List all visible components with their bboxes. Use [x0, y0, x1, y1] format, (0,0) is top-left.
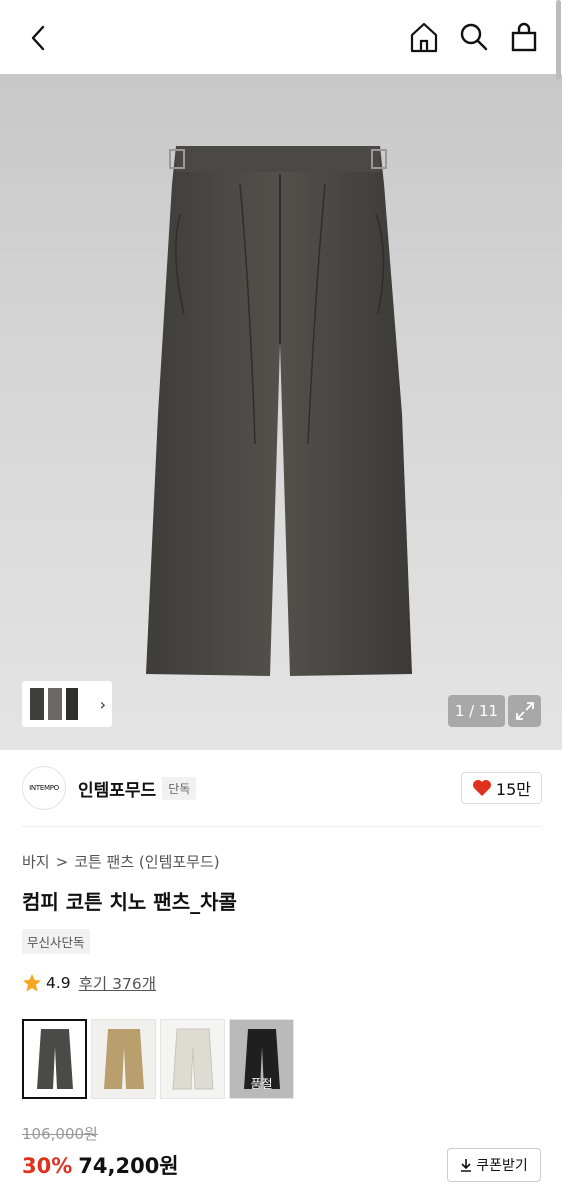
top-bar: [0, 0, 562, 74]
soldout-label: 품절: [250, 1077, 273, 1091]
scrollbar[interactable]: [556, 0, 561, 80]
cart-button[interactable]: [508, 20, 540, 54]
divider: [22, 826, 542, 827]
breadcrumb-separator: >: [55, 852, 69, 871]
thumbnail-strip[interactable]: ›: [22, 681, 112, 727]
swatch-image: [36, 1029, 73, 1089]
review-count-link[interactable]: 후기 376개: [79, 972, 156, 994]
rating-row: 4.9 후기 376개: [22, 972, 156, 994]
search-button[interactable]: [458, 20, 490, 54]
shopping-bag-icon: [511, 22, 537, 52]
like-count: 15만: [495, 780, 531, 799]
color-option-ivory[interactable]: [160, 1019, 225, 1099]
thumbnail-next-icon: ›: [99, 694, 106, 714]
coupon-label: 쿠폰받기: [476, 1158, 528, 1174]
brand-row: INTEMPO 인템포무드 단독 15만: [22, 762, 542, 814]
coupon-button[interactable]: 쿠폰받기: [447, 1148, 541, 1182]
expand-icon: [515, 702, 534, 720]
home-button[interactable]: [408, 20, 440, 54]
thumbnail-image: [30, 688, 78, 720]
color-option-beige[interactable]: [91, 1019, 156, 1099]
original-price: 106,000원: [22, 1125, 98, 1143]
star-icon: [23, 974, 41, 992]
breadcrumb-subcategory[interactable]: 코튼 팬츠 (인템포무드): [74, 851, 219, 872]
image-counter: 1 / 11: [448, 695, 505, 727]
brand-name[interactable]: 인템포무드: [78, 776, 156, 801]
discount-rate: 30%: [22, 1154, 73, 1178]
heart-icon: [472, 780, 491, 796]
price-row: 30% 74,200원: [22, 1150, 179, 1180]
color-option-charcoal[interactable]: [22, 1019, 87, 1099]
exclusive-tag: 무신사단독: [22, 929, 90, 954]
exclusive-badge: 단독: [162, 776, 197, 800]
color-options: 품절: [22, 1019, 294, 1099]
expand-button[interactable]: [508, 695, 541, 727]
color-option-black-soldout[interactable]: 품절: [229, 1019, 294, 1099]
download-icon: [461, 1159, 472, 1172]
swatch-image: [171, 1028, 214, 1090]
product-title: 컴피 코튼 치노 팬츠_차콜: [22, 890, 237, 914]
sale-price: 74,200원: [78, 1154, 179, 1178]
breadcrumb-category[interactable]: 바지: [22, 851, 50, 872]
brand-logo[interactable]: INTEMPO: [22, 766, 66, 810]
search-icon: [460, 23, 488, 51]
product-image: [146, 146, 412, 676]
rating-score: 4.9: [46, 974, 71, 992]
chevron-left-icon: [31, 25, 45, 51]
back-button[interactable]: [22, 22, 54, 54]
breadcrumb: 바지 > 코튼 팬츠 (인템포무드): [22, 851, 220, 872]
like-button[interactable]: 15만: [460, 772, 542, 804]
home-icon: [410, 22, 438, 53]
swatch-image: [103, 1029, 144, 1089]
brand-logo-text: INTEMPO: [29, 784, 59, 792]
product-image-gallery[interactable]: › 1 / 11: [0, 74, 562, 750]
